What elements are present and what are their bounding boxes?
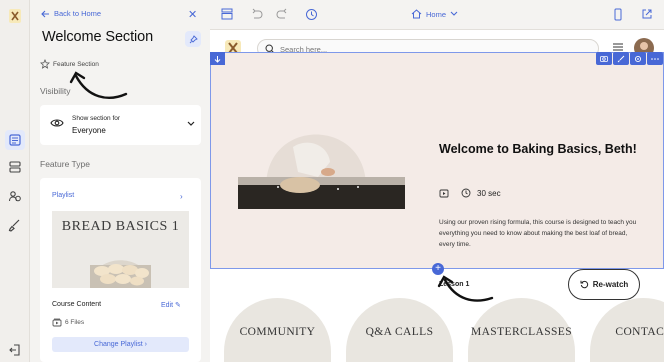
playlist-thumbnail: BREAD BASICS 1 [52, 211, 189, 288]
duration: 30 sec [477, 188, 501, 198]
edit-link[interactable]: Edit ✎ [161, 301, 181, 309]
settings-panel: Back to Home ✕ Welcome Section Feature S… [30, 0, 210, 362]
star-icon [40, 59, 50, 69]
eye-icon [50, 119, 64, 127]
bread-rolls-image [90, 260, 151, 288]
change-playlist-button[interactable]: Change Playlist › [52, 337, 189, 352]
visibility-dropdown[interactable]: Show section for Everyone [40, 105, 201, 145]
video-stack-icon [52, 318, 62, 327]
annotation-arrow-icon [69, 71, 128, 99]
editor-toolbar: Home [210, 0, 664, 30]
visibility-caption: Show section for [72, 115, 121, 122]
hero-description: Using our proven rising formula, this co… [439, 219, 637, 248]
brush-tool-icon[interactable] [613, 52, 629, 65]
external-link-icon[interactable] [641, 8, 653, 20]
page-canvas: Home Search here... Welcome to Baking Ba… [210, 0, 664, 362]
more-options-icon[interactable] [647, 52, 663, 65]
left-rail [0, 0, 30, 362]
pin-button[interactable] [185, 31, 201, 47]
home-icon [411, 9, 422, 19]
welcome-section[interactable]: Welcome to Baking Basics, Beth! 30 sec U… [210, 52, 664, 300]
gear-icon[interactable] [630, 52, 646, 65]
feature-type-label: Feature Type [40, 159, 90, 169]
category-contact[interactable]: CONTACT [590, 298, 664, 362]
layout-icon[interactable] [221, 8, 233, 20]
users-icon[interactable] [5, 186, 25, 206]
hero-title: Welcome to Baking Basics, Beth! [439, 142, 637, 156]
back-label: Back to Home [54, 9, 102, 18]
visibility-value: Everyone [72, 126, 106, 135]
logo-icon [9, 9, 21, 23]
undo-icon[interactable] [251, 8, 263, 20]
hero-meta: 30 sec [439, 188, 501, 198]
chevron-down-icon [450, 11, 458, 16]
pin-icon [189, 34, 198, 43]
page-selector-label: Home [426, 9, 447, 19]
feature-tag-label: Feature Section [53, 60, 99, 68]
layers-icon[interactable] [5, 157, 25, 177]
page-selector[interactable]: Home [411, 9, 458, 19]
category-label: COMMUNITY [239, 326, 316, 338]
pencil-icon: ✎ [175, 302, 181, 309]
pages-icon[interactable] [5, 130, 25, 150]
back-to-home-link[interactable]: Back to Home [41, 9, 101, 18]
video-icon [439, 189, 449, 197]
history-icon[interactable] [305, 8, 318, 21]
clock-icon [461, 188, 471, 198]
category-label: CONTACT [615, 326, 664, 338]
camera-icon[interactable] [596, 52, 612, 65]
chevron-right-icon[interactable]: › [180, 192, 183, 201]
category-masterclasses[interactable]: MASTERCLASSES [468, 298, 575, 362]
section-tools [596, 52, 663, 65]
playlist-card: Playlist › BREAD BASICS 1 Course Content… [40, 178, 201, 362]
mobile-preview-icon[interactable] [613, 8, 623, 21]
files-label: 6 Files [65, 319, 85, 326]
panel-title: Welcome Section [42, 29, 154, 45]
playlist-label[interactable]: Playlist [52, 192, 74, 199]
course-content-label: Course Content [52, 301, 102, 308]
visibility-label: Visibility [40, 86, 71, 96]
close-icon[interactable]: ✕ [188, 8, 197, 21]
menu-icon[interactable] [612, 42, 624, 52]
baking-hero-image [238, 134, 405, 209]
move-down-button[interactable] [210, 52, 225, 65]
change-playlist-label: Change Playlist [94, 341, 143, 348]
edit-label: Edit [161, 302, 174, 309]
category-community[interactable]: COMMUNITY [224, 298, 331, 362]
exit-icon[interactable] [5, 340, 25, 360]
redo-icon[interactable] [276, 8, 288, 20]
category-qa-calls[interactable]: Q&A CALLS [346, 298, 453, 362]
brush-icon[interactable] [5, 215, 25, 235]
category-label: MASTERCLASSES [470, 326, 573, 338]
arrow-down-icon [214, 55, 221, 63]
category-row: COMMUNITY Q&A CALLS MASTERCLASSES CONTAC… [210, 270, 664, 362]
category-label: Q&A CALLS [365, 326, 434, 338]
files-count: 6 Files [52, 318, 84, 327]
arrow-left-icon [41, 10, 49, 17]
chevron-down-icon [187, 121, 195, 126]
